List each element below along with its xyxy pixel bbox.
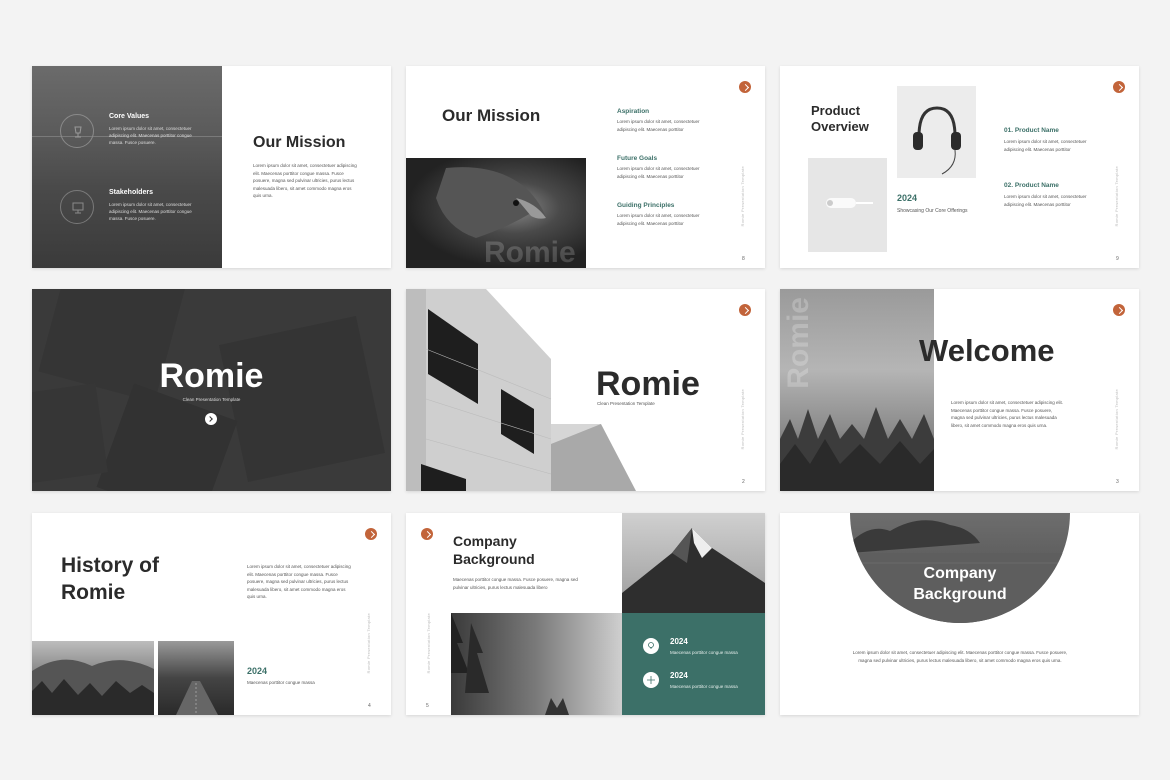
vertical-caption: Romie Presentation Template	[1114, 166, 1119, 227]
teal-panel: 2024 Maecenas porttitor congue massa 202…	[622, 613, 765, 715]
future-goals-title: Future Goals	[617, 155, 658, 162]
item2-year: 2024	[670, 671, 688, 680]
arrow-button-icon[interactable]	[365, 528, 377, 540]
page-number: 3	[1116, 479, 1119, 485]
photo-panel: Core Values Lorem ipsum dolor sit amet, …	[32, 66, 222, 268]
slide-title: Our Mission	[253, 134, 346, 151]
slide-body: Lorem ipsum dolor sit amet, consectetuer…	[852, 650, 1068, 663]
slide-title-line2: Overview	[811, 119, 869, 134]
headphones-photo	[897, 86, 976, 178]
page-number: 8	[742, 256, 745, 262]
slide-romie-title-dark[interactable]: Romie Clean Presentation Template	[32, 289, 391, 491]
aspiration-title: Aspiration	[617, 108, 650, 115]
product2-text: Lorem ipsum dolor sit amet, consectetuer…	[1004, 194, 1087, 207]
slide-company-background-grid[interactable]: Company Background Maecenas porttitor co…	[406, 513, 765, 715]
slide-title-line2: Background	[913, 586, 1007, 603]
product2-title: 02. Product Name	[1004, 182, 1059, 189]
arrow-button-icon[interactable]	[739, 81, 751, 93]
vertical-caption: Romie Presentation Template	[426, 613, 431, 674]
eagle-photo: Romie	[406, 158, 586, 268]
page-number: 9	[1116, 256, 1119, 262]
slide-title-line1: Company	[923, 565, 997, 582]
slide-title-line2: Background	[453, 551, 535, 567]
slide-product-overview[interactable]: Product Overview 2024 Showcasing Our Cor…	[780, 66, 1139, 268]
item1-text: Maecenas porttitor congue massa	[670, 650, 738, 655]
slide-title-line1: Company	[453, 533, 517, 549]
slide-body: Lorem ipsum dolor sit amet, consectetuer…	[247, 564, 351, 599]
slide-our-mission-eagle[interactable]: Our Mission Romie Aspiration Lorem ipsum…	[406, 66, 765, 268]
arrow-button-icon[interactable]	[739, 304, 751, 316]
peak-photo	[622, 513, 765, 613]
earbuds-photo	[808, 158, 887, 252]
stakeholders-title: Stakeholders	[109, 189, 153, 196]
page-number: 5	[426, 703, 429, 709]
core-values-title: Core Values	[109, 113, 150, 120]
watermark-text: Romie	[782, 297, 815, 389]
core-values-text: Lorem ipsum dolor sit amet, consectetuer…	[109, 126, 192, 145]
arrow-button-icon[interactable]	[1113, 304, 1125, 316]
slide-body: Maecenas porttitor congue massa. Fusce p…	[453, 577, 578, 590]
arrow-button-icon[interactable]	[1113, 81, 1125, 93]
year-label: 2024	[247, 666, 268, 676]
stakeholders-text: Lorem ipsum dolor sit amet, consectetuer…	[109, 202, 192, 221]
product1-text: Lorem ipsum dolor sit amet, consectetuer…	[1004, 139, 1087, 152]
item1-year: 2024	[670, 637, 688, 646]
misty-forest-photo	[451, 613, 622, 715]
slide-history[interactable]: History of Romie Lorem ipsum dolor sit a…	[32, 513, 391, 715]
future-goals-text: Lorem ipsum dolor sit amet, consectetuer…	[617, 166, 700, 179]
slide-body: Lorem ipsum dolor sit amet, consectetuer…	[253, 163, 357, 198]
year-caption: Showcasing Our Core Offerings	[897, 208, 968, 214]
sparkle-icon	[643, 672, 659, 688]
slide-welcome[interactable]: Romie Welcome Lorem ipsum dolor sit amet…	[780, 289, 1139, 491]
arrow-button-icon[interactable]	[205, 413, 217, 425]
slide-title: Our Mission	[442, 106, 541, 125]
lamp-icon	[60, 114, 94, 148]
coast-photo-circle: Company Background	[850, 513, 1070, 623]
vertical-caption: Romie Presentation Template	[740, 166, 745, 227]
slide-title-line1: Product	[811, 103, 861, 118]
vertical-caption: Romie Presentation Template	[1114, 389, 1119, 450]
mountain-photo	[32, 641, 154, 715]
slide-subtitle: Clean Presentation Template	[597, 401, 655, 406]
watermark-text: Romie	[484, 236, 576, 268]
slide-our-mission-values[interactable]: Core Values Lorem ipsum dolor sit amet, …	[32, 66, 391, 268]
lightbulb-icon	[643, 638, 659, 654]
road-photo	[158, 641, 234, 715]
page-number: 4	[368, 703, 371, 709]
page-number: 2	[742, 479, 745, 485]
item2-text: Maecenas porttitor congue massa	[670, 684, 738, 689]
guiding-principles-title: Guiding Principles	[617, 202, 675, 209]
slide-title: Romie	[596, 365, 700, 403]
vertical-caption: Romie Presentation Template	[740, 389, 745, 450]
slide-title: Welcome	[919, 333, 1055, 368]
slide-subtitle: Clean Presentation Template	[182, 397, 241, 402]
aspiration-text: Lorem ipsum dolor sit amet, consectetuer…	[617, 119, 700, 132]
slide-title-line2: Romie	[61, 581, 126, 604]
presentation-icon	[60, 190, 94, 224]
slide-title-line1: History of	[61, 554, 160, 577]
slide-body: Lorem ipsum dolor sit amet, consectetuer…	[951, 400, 1064, 428]
year-label: 2024	[897, 193, 918, 203]
year-caption: Maecenas porttitor congue massa	[247, 680, 315, 685]
guiding-principles-text: Lorem ipsum dolor sit amet, consectetuer…	[617, 213, 700, 226]
slide-company-background-circle[interactable]: Company Background Lorem ipsum dolor sit…	[780, 513, 1139, 715]
vertical-caption: Romie Presentation Template	[366, 613, 371, 674]
arrow-button-icon[interactable]	[421, 528, 433, 540]
slide-title: Romie	[159, 357, 264, 395]
product1-title: 01. Product Name	[1004, 127, 1059, 134]
slide-romie-building[interactable]: Romie Clean Presentation Template Romie …	[406, 289, 765, 491]
forest-photo: Romie	[780, 289, 934, 491]
